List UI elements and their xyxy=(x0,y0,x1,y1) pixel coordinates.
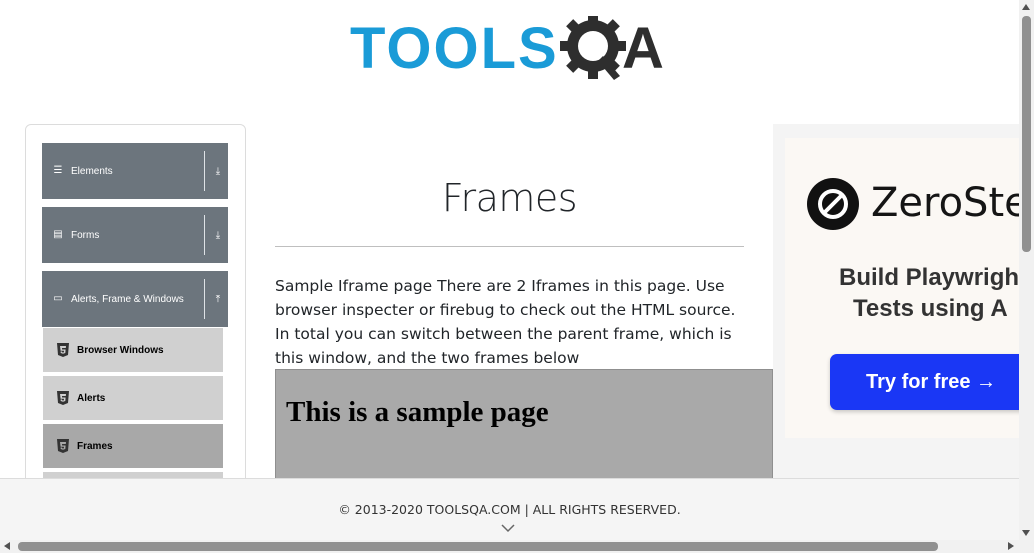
zerostep-logo-icon xyxy=(807,178,859,230)
scroll-right-arrow-icon[interactable] xyxy=(1008,542,1014,550)
sidebar-item-frames[interactable]: Frames xyxy=(42,423,224,469)
collapse-icon[interactable]: ⤒ xyxy=(208,271,228,327)
expand-icon[interactable]: ⤓ xyxy=(208,207,228,263)
html5-icon xyxy=(57,439,69,453)
scroll-up-arrow-icon[interactable] xyxy=(1022,4,1030,10)
html5-icon xyxy=(57,343,69,357)
page-title: Frames xyxy=(441,176,578,220)
chevron-down-icon[interactable] xyxy=(501,523,515,533)
logo-text-a: A xyxy=(622,16,664,81)
toolsqa-logo[interactable]: TOOLS A xyxy=(350,16,674,90)
horizontal-scrollbar-thumb[interactable] xyxy=(18,542,938,551)
hamburger-icon: ☰ xyxy=(53,165,63,176)
form-icon: ▤ xyxy=(53,229,63,240)
ad-card[interactable]: ZeroSte Build Playwrigh Tests using A Tr… xyxy=(785,138,1021,438)
sidebar-item-alerts[interactable]: Alerts xyxy=(42,375,224,421)
scroll-down-arrow-icon[interactable] xyxy=(1022,530,1030,536)
divider xyxy=(204,215,205,255)
title-divider xyxy=(275,246,744,247)
sidebar-group-label: Forms xyxy=(71,229,100,241)
page-description: Sample Iframe page There are 2 Iframes i… xyxy=(275,277,736,367)
try-for-free-button[interactable]: Try for free → xyxy=(830,354,1021,410)
divider xyxy=(204,279,205,319)
ad-brand: ZeroSte xyxy=(871,180,1021,226)
logo-gear-icon xyxy=(560,16,626,80)
logo-text-tools: TOOLS xyxy=(350,16,559,81)
sidebar-group-alerts-frame-windows[interactable]: ▭ Alerts, Frame & Windows ⤒ xyxy=(42,271,228,328)
sidebar-item-label: Browser Windows xyxy=(77,344,164,356)
vertical-scrollbar-thumb[interactable] xyxy=(1022,16,1031,252)
ad-headline-line2: Tests using A xyxy=(853,295,1008,322)
sidebar-item-label: Frames xyxy=(77,440,113,452)
window-icon: ▭ xyxy=(53,293,63,304)
html5-icon xyxy=(57,391,69,405)
copyright-text: © 2013-2020 TOOLSQA.COM | ALL RIGHTS RES… xyxy=(338,502,681,517)
sidebar-item-browser-windows[interactable]: Browser Windows xyxy=(42,327,224,373)
sidebar: ☰ Elements ⤓ ▤ Forms ⤓ ▭ Alerts, Frame &… xyxy=(25,124,246,496)
scroll-left-arrow-icon[interactable] xyxy=(4,542,10,550)
sample-iframe[interactable]: This is a sample page xyxy=(275,369,773,484)
advertisement[interactable]: ZeroSte Build Playwrigh Tests using A Tr… xyxy=(773,124,1021,478)
iframe-heading: This is a sample page xyxy=(286,396,549,428)
sidebar-group-label: Alerts, Frame & Windows xyxy=(71,293,184,305)
sidebar-group-label: Elements xyxy=(71,165,113,177)
footer: © 2013-2020 TOOLSQA.COM | ALL RIGHTS RES… xyxy=(0,478,1019,541)
sidebar-item-label: Alerts xyxy=(77,392,106,404)
divider xyxy=(204,151,205,191)
expand-icon[interactable]: ⤓ xyxy=(208,143,228,199)
sidebar-group-elements[interactable]: ☰ Elements ⤓ xyxy=(42,143,228,200)
ad-headline-line1: Build Playwrigh xyxy=(839,264,1020,291)
sidebar-group-forms[interactable]: ▤ Forms ⤓ xyxy=(42,207,228,264)
